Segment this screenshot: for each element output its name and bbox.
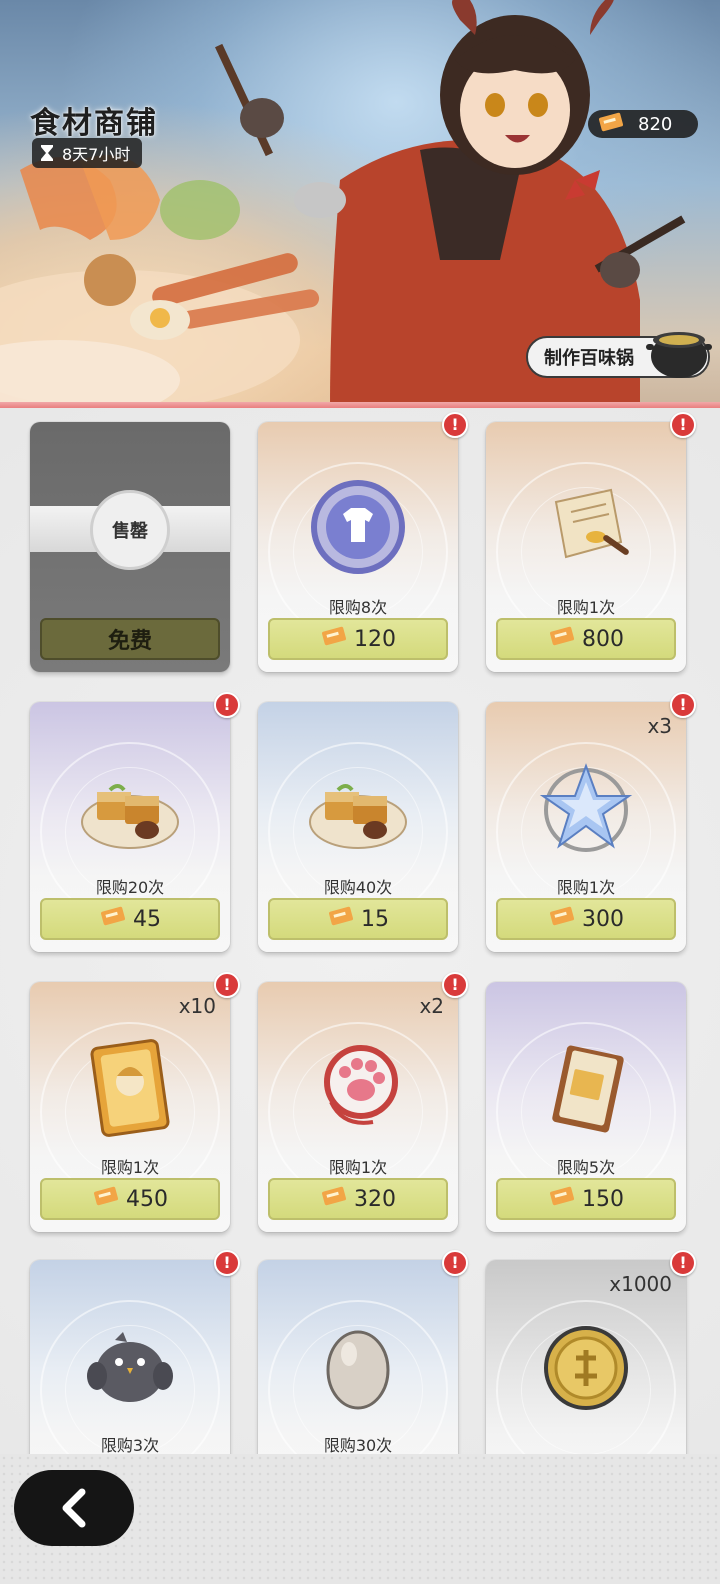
sold-out-badge: 售罄 xyxy=(90,490,170,570)
shop-grid: 售罄 免费 限购8次 120 ! 限购1次 800 ! 限购20次 45 ! 限… xyxy=(0,408,720,1454)
free-button[interactable]: 免费 xyxy=(40,618,220,660)
shop-item-book[interactable]: 限购5次 150 xyxy=(486,982,686,1232)
tofu-dish-icon xyxy=(81,784,179,849)
gold-coin-icon xyxy=(544,1326,628,1410)
ticket-icon xyxy=(320,626,348,652)
shop-item-crystal-star[interactable]: x3 限购1次 300 ! xyxy=(486,692,696,952)
shop-banner: 食材商铺 8天7小时 820 制作百味锅 xyxy=(0,0,720,408)
shop-item-tofu-dish-b[interactable]: 限购40次 15 xyxy=(258,702,458,952)
purchase-limit: 限购1次 xyxy=(100,1158,160,1177)
price: 120 xyxy=(354,626,396,652)
egg-icon xyxy=(326,1330,390,1410)
buy-button[interactable]: 45 xyxy=(40,898,220,940)
alert-badge: ! xyxy=(670,692,696,718)
buy-button[interactable]: 800 xyxy=(496,618,676,660)
crystal-star-icon xyxy=(539,763,633,852)
back-button[interactable] xyxy=(14,1470,134,1546)
purchase-limit: 限购40次 xyxy=(323,878,393,897)
currency-display: 820 xyxy=(588,110,698,138)
ticket-icon xyxy=(99,906,127,932)
paw-charm-icon xyxy=(324,1045,398,1125)
shop-timer: 8天7小时 xyxy=(32,138,143,168)
alert-badge: ! xyxy=(670,412,696,438)
alert-badge: ! xyxy=(442,1250,468,1276)
price: 320 xyxy=(354,1186,396,1212)
alert-badge: ! xyxy=(214,1250,240,1276)
ticket-icon xyxy=(598,112,624,137)
shop-item-egg[interactable]: 限购30次 ! xyxy=(258,1250,468,1454)
make-pot-label: 制作百味锅 xyxy=(544,348,634,369)
book-icon xyxy=(552,1045,624,1133)
shop-item-character-card[interactable]: x10 限购1次 450 ! xyxy=(30,972,240,1232)
ticket-icon xyxy=(327,906,355,932)
purchase-limit: 限购3次 xyxy=(100,1436,160,1454)
alert-badge: ! xyxy=(670,1250,696,1276)
pot-icon xyxy=(646,332,712,378)
price: 150 xyxy=(582,1186,624,1212)
shop-item-sold-out[interactable]: 售罄 免费 xyxy=(30,422,230,672)
item-quantity: x1000 xyxy=(609,1272,672,1296)
timer-text: 8天7小时 xyxy=(62,145,131,164)
shop-item-gold-coin[interactable]: x1000 ! xyxy=(486,1250,696,1454)
ticket-icon xyxy=(320,1186,348,1212)
back-arrow-icon xyxy=(62,1488,86,1528)
alert-badge: ! xyxy=(442,412,468,438)
purchase-limit: 限购20次 xyxy=(95,878,165,897)
buy-button[interactable]: 15 xyxy=(268,898,448,940)
purchase-limit: 限购1次 xyxy=(556,598,616,617)
ticket-icon xyxy=(92,1186,120,1212)
shop-title: 食材商铺 xyxy=(30,106,158,141)
tofu-dish-icon xyxy=(309,784,407,849)
alert-badge: ! xyxy=(214,692,240,718)
shirt-coin-icon xyxy=(311,480,405,574)
buy-button[interactable]: 300 xyxy=(496,898,676,940)
buy-button[interactable]: 450 xyxy=(40,1178,220,1220)
item-quantity: x2 xyxy=(419,994,444,1018)
price: 800 xyxy=(582,626,624,652)
purchase-limit: 限购1次 xyxy=(556,878,616,897)
buy-button[interactable]: 150 xyxy=(496,1178,676,1220)
buy-button[interactable]: 320 xyxy=(268,1178,448,1220)
ticket-icon xyxy=(548,906,576,932)
hourglass-icon xyxy=(40,144,54,162)
shop-item-tofu-dish-a[interactable]: 限购20次 45 ! xyxy=(30,692,240,952)
recipe-scroll-icon xyxy=(554,488,629,559)
bird-plush-icon xyxy=(87,1332,173,1402)
ticket-icon xyxy=(548,626,576,652)
purchase-limit: 限购30次 xyxy=(323,1436,393,1454)
shop-item-bird-plush[interactable]: 限购3次 ! xyxy=(30,1250,240,1454)
buy-button[interactable]: 120 xyxy=(268,618,448,660)
price: 15 xyxy=(361,906,389,932)
ticket-icon xyxy=(548,1186,576,1212)
alert-badge: ! xyxy=(442,972,468,998)
currency-amount: 820 xyxy=(638,113,673,135)
item-quantity: x10 xyxy=(178,994,216,1018)
price: 45 xyxy=(133,906,161,932)
item-quantity: x3 xyxy=(647,714,672,738)
purchase-limit: 限购8次 xyxy=(328,598,388,617)
price: 450 xyxy=(126,1186,168,1212)
character-card-icon xyxy=(90,1039,170,1137)
purchase-limit: 限购5次 xyxy=(556,1158,616,1177)
shop-item-recipe-scroll[interactable]: 限购1次 800 ! xyxy=(486,412,696,672)
alert-badge: ! xyxy=(214,972,240,998)
price: 300 xyxy=(582,906,624,932)
shop-item-paw-charm[interactable]: x2 限购1次 320 ! xyxy=(258,972,468,1232)
purchase-limit: 限购1次 xyxy=(328,1158,388,1177)
shop-item-outfit-coin[interactable]: 限购8次 120 ! xyxy=(258,412,468,672)
